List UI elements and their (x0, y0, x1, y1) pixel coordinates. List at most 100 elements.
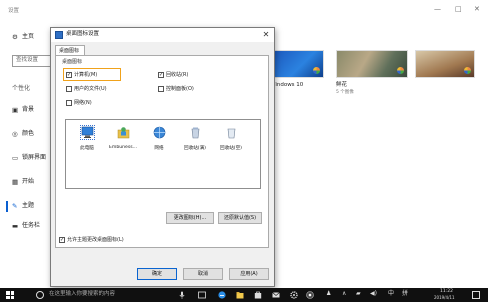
sidebar-item-label: 任务栏 (22, 222, 41, 229)
theme-tile-flowers[interactable] (336, 50, 408, 78)
sidebar-item-label: 锁屏界面 (22, 154, 47, 161)
settings-gear-icon[interactable] (290, 291, 298, 299)
checkbox-recycle-bin[interactable]: ✓ 回收站(R) (158, 72, 188, 78)
ime-icon[interactable]: 中 (388, 291, 394, 297)
checkbox-label: 网络(N) (74, 99, 92, 106)
checkbox-control-panel[interactable]: 控制面板(O) (158, 86, 194, 92)
icon-label: 网络 (154, 146, 164, 151)
taskbar: 在这里输入你要搜索的内容 ♟ ∧ ▰ ◀) 中 拼 11:22 2019/4/1… (0, 288, 488, 302)
task-view-icon[interactable] (198, 291, 206, 299)
checkbox-computer[interactable]: ✓ 计算机(M) (66, 72, 97, 78)
color-dot-icon (397, 67, 404, 74)
recycle-bin-empty-icon (227, 128, 235, 139)
desktop-icon-settings-dialog: 桌面图标设置 ✕ 桌面图标 桌面图标 ✓ 计算机(M) ✓ 回收站(R) 用户的… (50, 27, 275, 287)
theme-tile-extra[interactable] (415, 50, 475, 78)
sidebar-item-lock-screen[interactable]: ▭ 锁屏界面 (12, 152, 46, 164)
mail-icon[interactable] (272, 291, 280, 299)
group-label: 桌面图标 (62, 59, 83, 65)
taskbar-icon: ▬ (12, 222, 19, 230)
brush-icon: ✎ (12, 202, 18, 210)
color-dot-icon (313, 67, 320, 74)
home-label: 主页 (22, 33, 35, 40)
icon-item-recycle-full[interactable]: 回收站(满) (180, 126, 210, 151)
checkbox-network[interactable]: 网络(N) (66, 100, 92, 106)
theme-label: 鲜花 (336, 82, 348, 88)
minimize-button[interactable]: — (434, 6, 441, 13)
icon-label: 此电脑 (80, 146, 94, 151)
windows-start-icon[interactable] (6, 291, 14, 299)
check-mark-icon: ✓ (158, 72, 164, 78)
recycle-bin-full-icon (191, 127, 199, 139)
sidebar-item-label: 开始 (22, 178, 35, 185)
theme-caption: 5 个图像 (336, 90, 354, 95)
ok-button[interactable]: 确定 (137, 268, 177, 280)
clock-time[interactable]: 11:22 (440, 289, 453, 295)
checkbox-label: 控制面板(O) (166, 85, 194, 92)
person-icon[interactable]: ♟ (326, 291, 331, 297)
settings-window-title: 设置 (8, 8, 20, 14)
section-header: 个性化 (12, 85, 31, 92)
cancel-button[interactable]: 取消 (183, 268, 223, 280)
input-indicator-icon[interactable]: 拼 (402, 291, 408, 297)
icon-item-recycle-empty[interactable]: 回收站(空) (216, 126, 246, 151)
dialog-close-icon[interactable]: ✕ (260, 29, 272, 41)
chevron-up-icon[interactable]: ∧ (342, 291, 346, 297)
sidebar-item-colors[interactable]: ◎ 颜色 (12, 128, 34, 140)
checkbox-user-files[interactable]: 用户的文件(U) (66, 86, 107, 92)
icon-label: 回收站(满) (184, 146, 206, 151)
check-mark-icon: ✓ (59, 237, 65, 243)
close-button[interactable]: ✕ (474, 6, 480, 13)
checkbox-label: 用户的文件(U) (74, 85, 107, 92)
sidebar-item-label: 主题 (22, 202, 35, 209)
sidebar-item-label: 颜色 (22, 130, 35, 137)
settings-search-input[interactable]: 查找设置 (12, 55, 52, 67)
network-icon (153, 126, 165, 139)
dialog-title: 桌面图标设置 (66, 31, 100, 37)
checkbox-label: 回收站(R) (166, 71, 189, 78)
home-icon: ⚙ (12, 33, 18, 41)
restore-default-button[interactable]: 还原默认值(S) (218, 212, 262, 224)
dialog-app-icon (55, 31, 63, 39)
microphone-icon[interactable] (178, 291, 186, 299)
app-icon[interactable] (306, 291, 314, 299)
maximize-button[interactable]: □ (455, 6, 462, 13)
sidebar-item-themes[interactable]: ✎ 主题 (12, 200, 34, 212)
sidebar-item-start[interactable]: ▦ 开始 (12, 176, 34, 188)
theme-tile-windows10[interactable] (274, 50, 324, 78)
checkbox-label: 计算机(M) (74, 71, 98, 78)
store-icon[interactable] (254, 291, 262, 299)
color-dot-icon (464, 67, 471, 74)
icon-item-this-pc[interactable]: 此电脑 (72, 125, 102, 151)
file-explorer-icon[interactable] (236, 291, 244, 299)
checkbox-label: 允许主题更改桌面图标(L) (67, 236, 124, 243)
volume-icon[interactable]: ◀) (370, 291, 377, 297)
checkbox-allow-themes[interactable]: ✓ 允许主题更改桌面图标(L) (59, 237, 124, 243)
dialog-titlebar[interactable]: 桌面图标设置 ✕ (51, 28, 274, 42)
user-folder-icon (117, 127, 129, 139)
sidebar-item-label: 背景 (22, 106, 35, 113)
edge-browser-icon[interactable] (218, 291, 226, 299)
apply-button[interactable]: 应用(A) (229, 268, 269, 280)
sidebar-item-background[interactable]: ▣ 背景 (12, 104, 34, 116)
change-icon-button[interactable]: 更改图标(H)... (166, 212, 214, 224)
lock-screen-icon: ▭ (12, 154, 19, 162)
computer-icon (79, 125, 95, 140)
home-nav-item[interactable]: ⚙ 主页 (12, 31, 34, 43)
palette-icon: ◎ (12, 130, 18, 138)
active-nav-indicator (6, 201, 8, 212)
tab-panel: 桌面图标 ✓ 计算机(M) ✓ 回收站(R) 用户的文件(U) 控制面板(O) … (55, 55, 269, 248)
check-mark-icon: ✓ (66, 72, 72, 78)
network-tray-icon[interactable]: ▰ (356, 291, 361, 297)
clock-date[interactable]: 2019/4/11 (434, 296, 455, 300)
sidebar-item-taskbar[interactable]: ▬ 任务栏 (12, 220, 40, 232)
desktop-icon-list[interactable]: 此电脑 Embuness... 网络 回收站(满) 回收站(空) (65, 119, 261, 189)
icon-label: 回收站(空) (220, 146, 242, 151)
taskbar-search-input[interactable]: 在这里输入你要搜索的内容 (49, 291, 115, 298)
image-icon: ▣ (12, 106, 19, 114)
icon-label: Embuness... (108, 145, 138, 150)
notification-icon[interactable] (472, 291, 480, 299)
start-icon: ▦ (12, 178, 19, 186)
icon-item-network[interactable]: 网络 (144, 126, 174, 151)
icon-item-user-folder[interactable]: Embuness... (108, 126, 138, 150)
search-icon[interactable] (36, 291, 44, 299)
